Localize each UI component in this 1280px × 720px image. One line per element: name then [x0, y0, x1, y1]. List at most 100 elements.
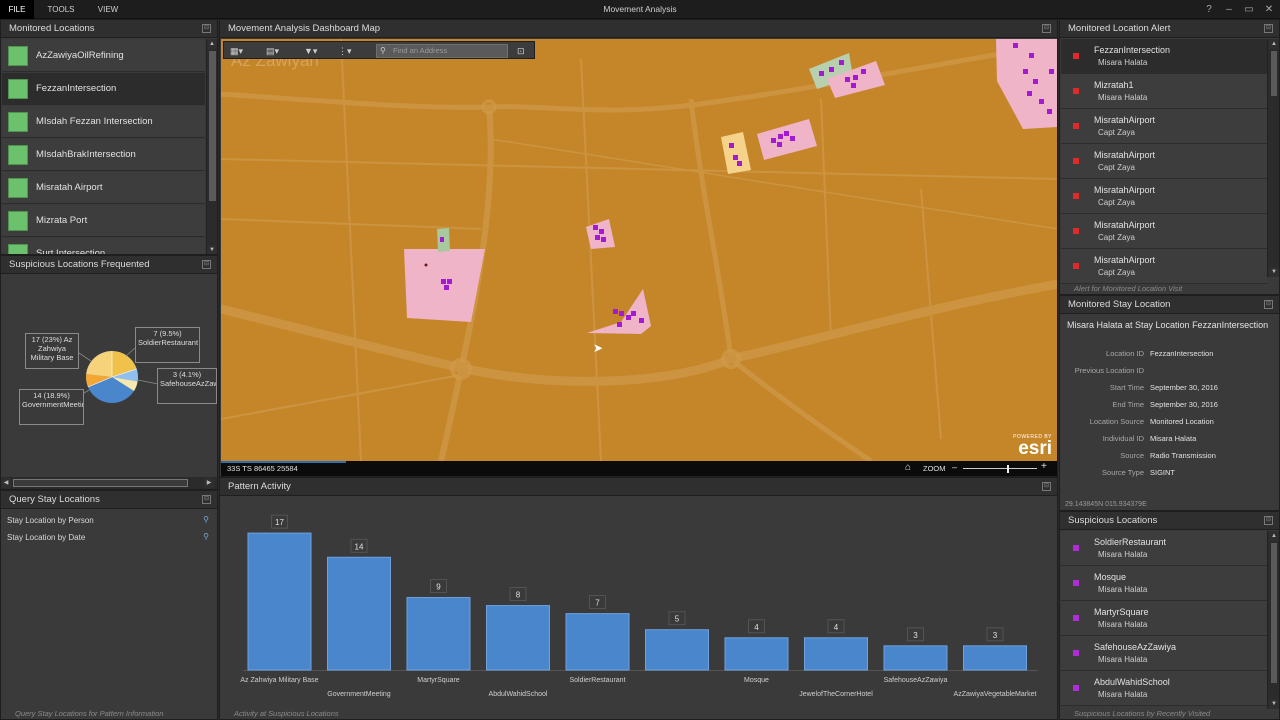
- basemap-grid-icon[interactable]: ▦▾: [230, 44, 243, 58]
- chart-category-label: AbdulWahidSchool: [489, 691, 548, 698]
- alert-list-item[interactable]: MisratahAirport Capt Zaya: [1061, 214, 1267, 249]
- alert-list-item[interactable]: MisratahAirport Capt Zaya: [1061, 179, 1267, 214]
- map-area-polygon[interactable]: [721, 132, 751, 174]
- pin-icon[interactable]: ⊟: [1264, 516, 1273, 525]
- layers-icon[interactable]: ▤▾: [266, 44, 279, 58]
- map-canvas[interactable]: Az Zawiyah ▦▾ ▤▾ ▼▾ ⋮▾ ⚲ Find an Address…: [221, 39, 1058, 461]
- suspicious-location-item[interactable]: SafehouseAzZawiya Misara Halata: [1061, 636, 1267, 671]
- map-area-polygon[interactable]: [757, 119, 817, 160]
- chart-bar[interactable]: [883, 645, 948, 671]
- stay-detail-key: Source: [1120, 451, 1144, 460]
- scroll-thumb[interactable]: [1271, 51, 1277, 96]
- chart-bar[interactable]: [406, 597, 471, 671]
- chart-category-label: Mosque: [744, 677, 769, 684]
- suspicious-location-item[interactable]: SoldierRestaurant Misara Halata: [1061, 531, 1267, 566]
- run-query-icon[interactable]: ⚲: [203, 515, 209, 524]
- suspicious-individual-name: Misara Halata: [1098, 655, 1148, 664]
- zoom-slider[interactable]: [963, 468, 1037, 469]
- menu-tools[interactable]: TOOLS: [38, 0, 84, 19]
- query-stay-by-date[interactable]: Stay Location by Date: [7, 533, 85, 542]
- suspicious-individual-name: Misara Halata: [1098, 550, 1148, 559]
- maximize-button[interactable]: ▭: [1239, 0, 1259, 19]
- menu-file[interactable]: FILE: [0, 0, 34, 19]
- map-area-polygon[interactable]: [996, 39, 1058, 129]
- monitored-location-item[interactable]: Surt Intersection: [2, 238, 205, 255]
- chart-bar[interactable]: [565, 613, 630, 671]
- alert-individual-name: Capt Zaya: [1098, 268, 1135, 277]
- pattern-activity-chart: 17 Az Zahwiya Military Base 14 GovernmentMe…: [240, 514, 1038, 698]
- chart-bar[interactable]: [247, 532, 312, 671]
- chart-bar[interactable]: [327, 556, 391, 671]
- map-options-icon[interactable]: ⊡: [517, 44, 525, 58]
- monitored-location-item[interactable]: AzZawiyaOilRefining: [2, 40, 205, 72]
- filter-icon[interactable]: ▼▾: [304, 44, 317, 58]
- scroll-up-icon[interactable]: ▲: [1269, 531, 1279, 541]
- monitored-location-item[interactable]: MIsdahBrakIntersection: [2, 139, 205, 171]
- scroll-right-icon[interactable]: ▶: [204, 478, 214, 488]
- chart-bar[interactable]: [486, 605, 550, 671]
- chart-data-label: 4: [834, 623, 839, 632]
- monitored-location-label: MIsdahBrakIntersection: [36, 149, 136, 160]
- monitored-location-item[interactable]: FezzanIntersection: [2, 73, 205, 105]
- monitored-location-item[interactable]: Misratah Airport: [2, 172, 205, 204]
- pin-icon[interactable]: ⊟: [1042, 482, 1051, 491]
- scroll-thumb[interactable]: [13, 479, 188, 487]
- pin-icon[interactable]: ⊟: [202, 495, 211, 504]
- help-button[interactable]: ?: [1199, 0, 1219, 19]
- legend-icon[interactable]: ⋮▾: [338, 44, 352, 58]
- pin-icon[interactable]: ⊟: [1264, 300, 1273, 309]
- pie-hscrollbar[interactable]: ◀ ▶: [1, 477, 217, 489]
- pin-icon[interactable]: ⊟: [1042, 24, 1051, 33]
- alert-list-item[interactable]: Mizratah1 Misara Halata: [1061, 74, 1267, 109]
- scroll-thumb[interactable]: [1271, 543, 1277, 683]
- chart-bar[interactable]: [804, 637, 868, 671]
- alert-status-icon: [1073, 123, 1079, 129]
- scroll-down-icon[interactable]: ▼: [207, 245, 217, 254]
- suspicious-location-item[interactable]: MartyrSquare Misara Halata: [1061, 601, 1267, 636]
- scroll-thumb[interactable]: [209, 51, 216, 201]
- suspicious-location-item[interactable]: Mosque Misara Halata: [1061, 566, 1267, 601]
- monitored-location-item[interactable]: MIsdah Fezzan Intersection: [2, 106, 205, 138]
- scroll-down-icon[interactable]: ▼: [1269, 699, 1279, 709]
- pin-icon[interactable]: ⊟: [1264, 24, 1273, 33]
- zoom-out-icon[interactable]: –: [952, 462, 957, 472]
- chart-bar[interactable]: [645, 629, 709, 671]
- minimize-button[interactable]: –: [1219, 0, 1239, 19]
- alert-list-item[interactable]: FezzanIntersection Misara Halata: [1061, 39, 1267, 74]
- search-placeholder: Find an Address: [393, 46, 448, 55]
- stay-detail-value: Radio Transmission: [1150, 451, 1216, 460]
- alert-list-item[interactable]: MisratahAirport Capt Zaya: [1061, 144, 1267, 179]
- alert-list-item[interactable]: MisratahAirport Capt Zaya: [1061, 109, 1267, 144]
- pin-icon[interactable]: ⊟: [202, 24, 211, 33]
- query-stay-panel: Query Stay Locations ⊟ Stay Location by …: [0, 490, 218, 720]
- query-stay-by-person[interactable]: Stay Location by Person: [7, 516, 94, 525]
- suspicious-location-item[interactable]: AbdulWahidSchool Misara Halata: [1061, 671, 1267, 706]
- map-search-box[interactable]: ⚲ Find an Address: [376, 44, 508, 58]
- scroll-up-icon[interactable]: ▲: [207, 39, 217, 49]
- zoom-in-icon[interactable]: +: [1041, 461, 1047, 472]
- stay-detail-key: Location Source: [1089, 417, 1144, 426]
- chart-data-label: 17: [275, 518, 284, 527]
- pattern-activity-panel: Pattern Activity ⊟ 17 Az Zahwiya Military…: [219, 477, 1058, 720]
- alerts-scrollbar[interactable]: ▲ ▼: [1267, 39, 1279, 277]
- esri-logo: POWERED BY esri: [1013, 434, 1052, 459]
- close-button[interactable]: ✕: [1259, 0, 1279, 19]
- scroll-up-icon[interactable]: ▲: [1269, 39, 1279, 49]
- monitored-location-item[interactable]: Mizrata Port: [2, 205, 205, 237]
- panel-footer: Activity at Suspicious Locations: [234, 709, 339, 718]
- home-icon[interactable]: ⌂: [905, 462, 911, 473]
- run-query-icon[interactable]: ⚲: [203, 532, 209, 541]
- scroll-left-icon[interactable]: ◀: [1, 478, 11, 488]
- suspicious-scrollbar[interactable]: ▲ ▼: [1267, 531, 1279, 709]
- scroll-down-icon[interactable]: ▼: [1269, 267, 1279, 277]
- chart-bar[interactable]: [724, 637, 789, 671]
- pie-slice-other[interactable]: [86, 351, 112, 377]
- alert-location-name: MisratahAirport: [1094, 115, 1156, 125]
- location-alert-panel: Monitored Location Alert ⊟ FezzanInterse…: [1059, 19, 1280, 295]
- menu-view[interactable]: VIEW: [88, 0, 128, 19]
- monitored-location-label: Surt Intersection: [36, 248, 106, 255]
- chart-bar[interactable]: [963, 645, 1027, 671]
- monitored-locations-scrollbar[interactable]: ▲ ▼: [206, 39, 217, 254]
- alert-list-item[interactable]: MisratahAirport Capt Zaya: [1061, 249, 1267, 284]
- zoom-slider-handle[interactable]: [1007, 465, 1009, 473]
